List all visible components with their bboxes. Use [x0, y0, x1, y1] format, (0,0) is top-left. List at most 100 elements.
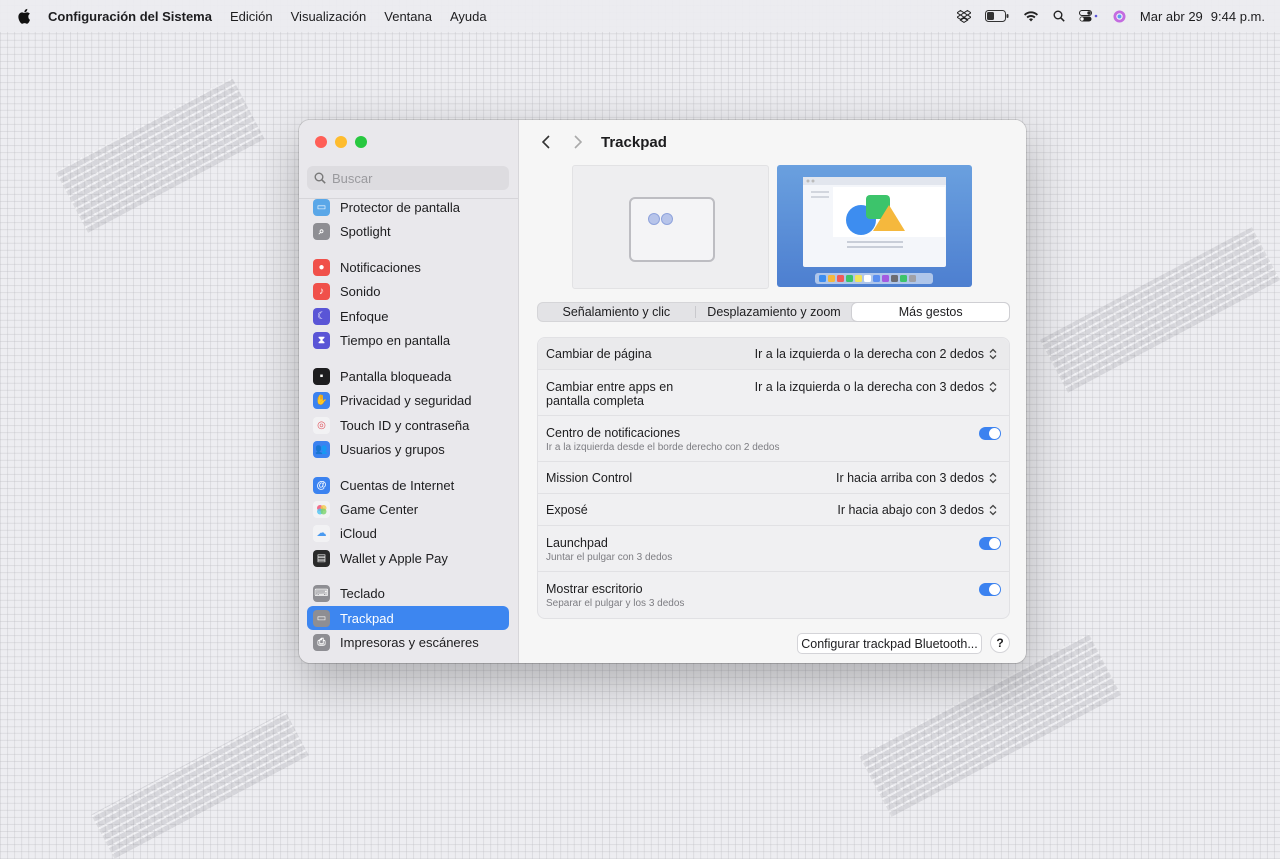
- battery-icon[interactable]: [984, 10, 1009, 22]
- focus-icon: ☾: [313, 307, 330, 325]
- sidebar-item-label: Game Center: [340, 501, 419, 517]
- menu-edicion[interactable]: Edición: [230, 9, 273, 24]
- page-title: Trackpad: [601, 133, 667, 151]
- sidebar-item-label: Protector de pantalla: [340, 199, 460, 215]
- spotlight-icon: ⌕: [313, 222, 330, 240]
- printer-icon: ⎙: [313, 633, 330, 651]
- sidebar-item-label: Sonido: [340, 283, 381, 299]
- row-label: Mission Control: [546, 471, 633, 485]
- menu-app-name[interactable]: Configuración del Sistema: [48, 9, 212, 24]
- gesture-preview-trackpad: [572, 165, 769, 289]
- wallpaper-pattern: [91, 711, 309, 859]
- configure-bluetooth-trackpad-button[interactable]: Configurar trackpad Bluetooth...: [797, 633, 982, 654]
- nav-bar: Trackpad: [535, 132, 667, 152]
- at-icon: @: [313, 476, 330, 494]
- wallpaper-pattern: [55, 77, 265, 233]
- tab-bar: Señalamiento y clic Desplazamiento y zoo…: [537, 302, 1010, 322]
- menu-ventana[interactable]: Ventana: [384, 9, 432, 24]
- sidebar-item-tiempo-en-pantalla[interactable]: ⧗ Tiempo en pantalla: [307, 328, 509, 352]
- toggle-launchpad[interactable]: [979, 537, 1001, 550]
- dropbox-icon[interactable]: [956, 9, 971, 23]
- forward-button[interactable]: [567, 132, 589, 152]
- updown-chevron-icon: [989, 348, 997, 360]
- sidebar: Buscar ▭ Protector de pantalla ⌕ Spotlig…: [299, 120, 519, 663]
- sidebar-item-label: Usuarios y grupos: [340, 441, 445, 457]
- content-pane: Trackpad Señalamiento y clic Desplazamie…: [519, 120, 1026, 663]
- menu-ayuda[interactable]: Ayuda: [450, 9, 487, 24]
- row-sublabel: Ir a la izquierda desde el borde derecho…: [546, 442, 780, 453]
- control-center-icon[interactable]: [1078, 10, 1099, 22]
- sidebar-item-label: Tiempo en pantalla: [340, 332, 451, 348]
- siri-icon[interactable]: [1113, 10, 1126, 23]
- row-label: Exposé: [546, 503, 588, 517]
- search-icon: [314, 172, 326, 184]
- menubar-time[interactable]: 9:44 p.m.: [1211, 9, 1265, 24]
- sidebar-item-usuarios[interactable]: 👥 Usuarios y grupos: [307, 437, 509, 461]
- sidebar-item-cuentas-internet[interactable]: @ Cuentas de Internet: [307, 473, 509, 497]
- apple-logo-icon[interactable]: [17, 8, 31, 24]
- list-item-centro-notificaciones: Centro de notificaciones Ir a la izquier…: [538, 415, 1009, 462]
- fingerprint-icon: ◎: [313, 416, 330, 434]
- menubar-date[interactable]: Mar abr 29: [1140, 9, 1203, 24]
- toggle-centro-notificaciones[interactable]: [979, 427, 1001, 440]
- sidebar-item-label: Teclado: [340, 585, 385, 601]
- toggle-mostrar-escritorio[interactable]: [979, 583, 1001, 596]
- icloud-icon: ☁: [313, 524, 330, 542]
- sidebar-item-label: Notificaciones: [340, 259, 421, 275]
- window-controls: [315, 136, 367, 148]
- popup-value: Ir a la izquierda o la derecha con 3 ded…: [754, 380, 984, 394]
- tab-senalamiento[interactable]: Señalamiento y clic: [538, 303, 695, 321]
- sidebar-item-label: Wallet y Apple Pay: [340, 550, 448, 566]
- notifications-icon: ●: [313, 258, 330, 276]
- menu-bar: Configuración del Sistema Edición Visual…: [0, 0, 1280, 32]
- gesture-preview-screen: [777, 165, 972, 287]
- tab-mas-gestos[interactable]: Más gestos: [852, 303, 1010, 321]
- popup-value: Ir hacia arriba con 3 dedos: [835, 471, 984, 485]
- popup-cambiar-pagina[interactable]: Ir a la izquierda o la derecha con 2 ded…: [755, 347, 997, 361]
- sidebar-item-icloud[interactable]: ☁ iCloud: [307, 521, 509, 545]
- sidebar-item-label: Privacidad y seguridad: [340, 392, 472, 408]
- popup-cambiar-apps[interactable]: Ir a la izquierda o la derecha con 3 ded…: [755, 380, 997, 394]
- back-button[interactable]: [535, 132, 557, 152]
- help-button[interactable]: ?: [990, 633, 1010, 653]
- sidebar-item-protector-de-pantalla[interactable]: ▭ Protector de pantalla: [307, 195, 509, 219]
- list-item-cambiar-apps: Cambiar entre apps en pantalla completa …: [538, 369, 1009, 416]
- popup-expose[interactable]: Ir hacia abajo con 3 dedos: [837, 503, 997, 517]
- zoom-button[interactable]: [355, 136, 367, 148]
- sidebar-item-touch-id[interactable]: ◎ Touch ID y contraseña: [307, 413, 509, 437]
- sidebar-item-pantalla-bloqueada[interactable]: ▪ Pantalla bloqueada: [307, 364, 509, 388]
- sidebar-item-trackpad[interactable]: ▭ Trackpad: [307, 606, 509, 630]
- list-item-cambiar-pagina: Cambiar de página Ir a la izquierda o la…: [538, 338, 1009, 369]
- list-item-expose: Exposé Ir hacia abajo con 3 dedos: [538, 493, 1009, 526]
- row-sublabel: Juntar el pulgar con 3 dedos: [546, 552, 673, 563]
- sidebar-item-wallet[interactable]: ▤ Wallet y Apple Pay: [307, 546, 509, 570]
- wifi-icon[interactable]: [1023, 10, 1039, 22]
- popup-mission-control[interactable]: Ir hacia arriba con 3 dedos: [836, 471, 997, 485]
- sidebar-item-game-center[interactable]: Game Center: [307, 497, 509, 521]
- sidebar-item-label: Pantalla bloqueada: [340, 368, 452, 384]
- sidebar-item-enfoque[interactable]: ☾ Enfoque: [307, 304, 509, 328]
- sidebar-item-notificaciones[interactable]: ● Notificaciones: [307, 255, 509, 279]
- sidebar-item-spotlight[interactable]: ⌕ Spotlight: [307, 219, 509, 243]
- sidebar-item-sonido[interactable]: ♪ Sonido: [307, 279, 509, 303]
- search-field[interactable]: Buscar: [307, 166, 509, 190]
- sidebar-item-teclado[interactable]: ⌨ Teclado: [307, 581, 509, 605]
- row-label: Cambiar de página: [546, 347, 652, 361]
- users-icon: 👥: [313, 440, 330, 458]
- trackpad-icon: ▭: [313, 609, 330, 627]
- list-item-mission-control: Mission Control Ir hacia arriba con 3 de…: [538, 461, 1009, 494]
- row-label: Centro de notificaciones: [546, 426, 681, 440]
- tab-desplazamiento[interactable]: Desplazamiento y zoom: [696, 303, 853, 321]
- row-label-line2: pantalla completa: [546, 394, 644, 408]
- minimize-button[interactable]: [335, 136, 347, 148]
- search-icon[interactable]: [1053, 10, 1065, 22]
- sidebar-item-privacidad[interactable]: ✋ Privacidad y seguridad: [307, 388, 509, 412]
- menu-visualizacion[interactable]: Visualización: [291, 9, 367, 24]
- list-item-mostrar-escritorio: Mostrar escritorio Separar el pulgar y l…: [538, 571, 1009, 618]
- row-sublabel: Separar el pulgar y los 3 dedos: [546, 598, 685, 609]
- sidebar-item-label: Impresoras y escáneres: [340, 634, 479, 650]
- sidebar-item-label: Spotlight: [340, 223, 391, 239]
- close-button[interactable]: [315, 136, 327, 148]
- sidebar-item-impresoras[interactable]: ⎙ Impresoras y escáneres: [307, 630, 509, 654]
- lock-screen-icon: ▪: [313, 367, 330, 385]
